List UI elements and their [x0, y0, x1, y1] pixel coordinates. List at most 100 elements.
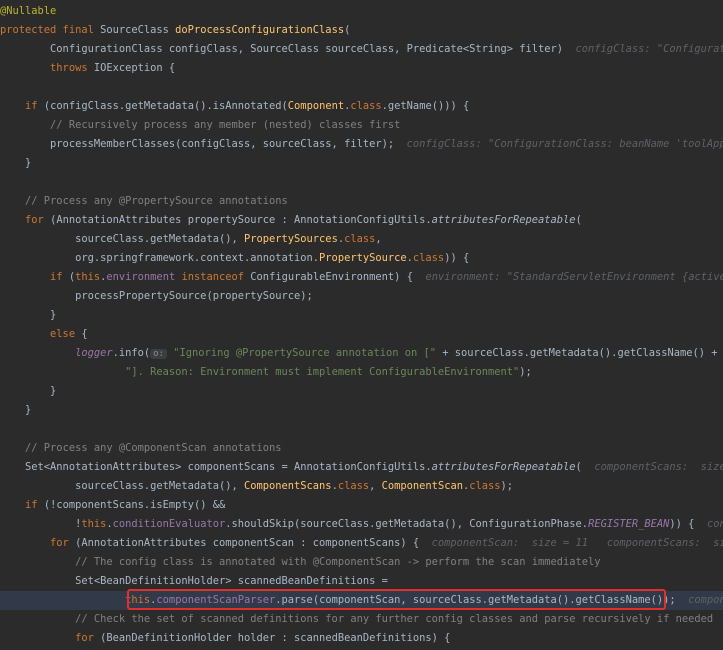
code-token: if — [50, 271, 69, 283]
code-token: class — [344, 233, 376, 245]
code-token: ); — [500, 480, 514, 492]
code-token: // Process any @PropertySource annotatio… — [25, 195, 288, 207]
code-line[interactable]: else { — [0, 325, 723, 344]
code-token: if — [25, 100, 44, 112]
code-token: org.springframework.context.annotation. — [0, 252, 320, 264]
code-line[interactable]: sourceClass.getMetadata(), ComponentScan… — [0, 477, 723, 496]
code-line[interactable]: for (AnnotationAttributes propertySource… — [0, 211, 723, 230]
code-token: processMemberClasses(configClass, source… — [0, 138, 407, 150]
code-token: for — [25, 214, 51, 226]
code-token: class — [350, 100, 382, 112]
code-token: for — [50, 537, 76, 549]
code-token: ( — [344, 24, 351, 36]
code-token: )) { — [444, 252, 470, 264]
code-line[interactable]: if (!componentScans.isEmpty() && — [0, 496, 723, 515]
code-token: protected final — [0, 24, 101, 36]
red-highlight-box — [127, 589, 666, 610]
code-line[interactable]: } — [0, 154, 723, 173]
code-token: logger — [75, 347, 113, 359]
code-line[interactable]: Set<AnnotationAttributes> componentScans… — [0, 458, 723, 477]
code-token: PropertySources — [243, 233, 338, 245]
code-token: (AnnotationAttributes propertySource : A… — [50, 214, 432, 226]
code-token: { — [81, 328, 88, 340]
code-token: sourceClass.getMetadata(), — [0, 233, 244, 245]
code-token: ComponentScans — [243, 480, 332, 492]
code-token: ConfigurableEnvironment) { — [250, 271, 426, 283]
code-token: processPropertySource(propertySource); — [0, 290, 313, 302]
code-line[interactable]: !this.conditionEvaluator.shouldSkip(sour… — [0, 515, 723, 534]
code-line[interactable]: logger.info(o: "Ignoring @PropertySource… — [0, 344, 723, 363]
code-line[interactable]: ConfigurationClass configClass, SourceCl… — [0, 40, 723, 59]
code-token: ( — [575, 461, 595, 473]
code-line[interactable]: if (configClass.getMetadata().isAnnotate… — [0, 97, 723, 116]
code-token: class — [469, 480, 501, 492]
inline-debug-value: componen — [688, 594, 723, 606]
inline-debug-value: configClass: "Configuration — [575, 43, 723, 55]
code-token: // The config class is annotated with @C… — [75, 556, 601, 568]
code-token: "Ignoring @PropertySource annotation on … — [173, 347, 443, 359]
code-line[interactable]: if (this.environment instanceof Configur… — [0, 268, 723, 287]
code-token: for — [75, 632, 101, 644]
code-token: (AnnotationAttributes componentScan : co… — [75, 537, 432, 549]
code-token: )) { — [669, 518, 707, 530]
code-line[interactable]: } — [0, 401, 723, 420]
code-line[interactable]: // Recursively process any member (neste… — [0, 116, 723, 135]
code-token: ComponentScan — [381, 480, 463, 492]
code-line[interactable]: @Nullable — [0, 2, 723, 21]
code-token: (BeanDefinitionHolder holder : scannedBe… — [100, 632, 451, 644]
code-token: Set<AnnotationAttributes> componentScans… — [0, 461, 432, 473]
code-line[interactable]: for (BeanDefinitionHolder holder : scann… — [0, 629, 723, 648]
code-line[interactable]: processPropertySource(propertySource); — [0, 287, 723, 306]
code-line[interactable]: sourceClass.getMetadata(), PropertySourc… — [0, 230, 723, 249]
code-line[interactable]: processMemberClasses(configClass, source… — [0, 135, 723, 154]
code-token: ! — [0, 518, 82, 530]
code-line[interactable]: // Check the set of scanned definitions … — [0, 610, 723, 629]
code-line[interactable]: for (AnnotationAttributes componentScan … — [0, 534, 723, 553]
code-token: SourceClass — [100, 24, 176, 36]
code-line[interactable]: } — [0, 306, 723, 325]
code-token: attributesForRepeatable — [431, 461, 576, 473]
code-token: , — [375, 233, 382, 245]
code-token: doProcessConfigurationClass — [175, 24, 345, 36]
code-line[interactable]: protected final SourceClass doProcessCon… — [0, 21, 723, 40]
code-line[interactable]: // Process any @ComponentScan annotation… — [0, 439, 723, 458]
parameter-hint: o: — [150, 349, 168, 359]
code-token: this — [75, 271, 101, 283]
code-line[interactable]: // Process any @PropertySource annotatio… — [0, 192, 723, 211]
code-token: conditionEvaluator — [112, 518, 226, 530]
code-line[interactable]: org.springframework.context.annotation.P… — [0, 249, 723, 268]
code-line[interactable] — [0, 420, 723, 439]
inline-debug-value: componentScan: size = 11 componentScans:… — [431, 537, 723, 549]
code-token: .getName())) { — [381, 100, 470, 112]
code-token: .info( — [112, 347, 151, 359]
code-token: , — [369, 480, 382, 492]
code-token: // Process any @ComponentScan annotation… — [25, 442, 282, 454]
code-token: attributesForRepeatable — [431, 214, 576, 226]
code-token: (!componentScans.isEmpty() && — [43, 499, 226, 511]
code-line[interactable]: } — [0, 382, 723, 401]
code-token: ); — [519, 366, 532, 378]
code-token: // Check the set of scanned definitions … — [75, 613, 714, 625]
code-token: IOException { — [93, 62, 176, 74]
code-line[interactable]: "]. Reason: Environment must implement C… — [0, 363, 723, 382]
code-token: this — [81, 518, 107, 530]
code-line[interactable]: throws IOException { — [0, 59, 723, 78]
code-token: } — [0, 309, 57, 321]
code-line[interactable] — [0, 78, 723, 97]
code-line[interactable]: // The config class is annotated with @C… — [0, 553, 723, 572]
code-editor[interactable]: @Nullable protected final SourceClass doP… — [0, 0, 723, 650]
code-line[interactable] — [0, 173, 723, 192]
